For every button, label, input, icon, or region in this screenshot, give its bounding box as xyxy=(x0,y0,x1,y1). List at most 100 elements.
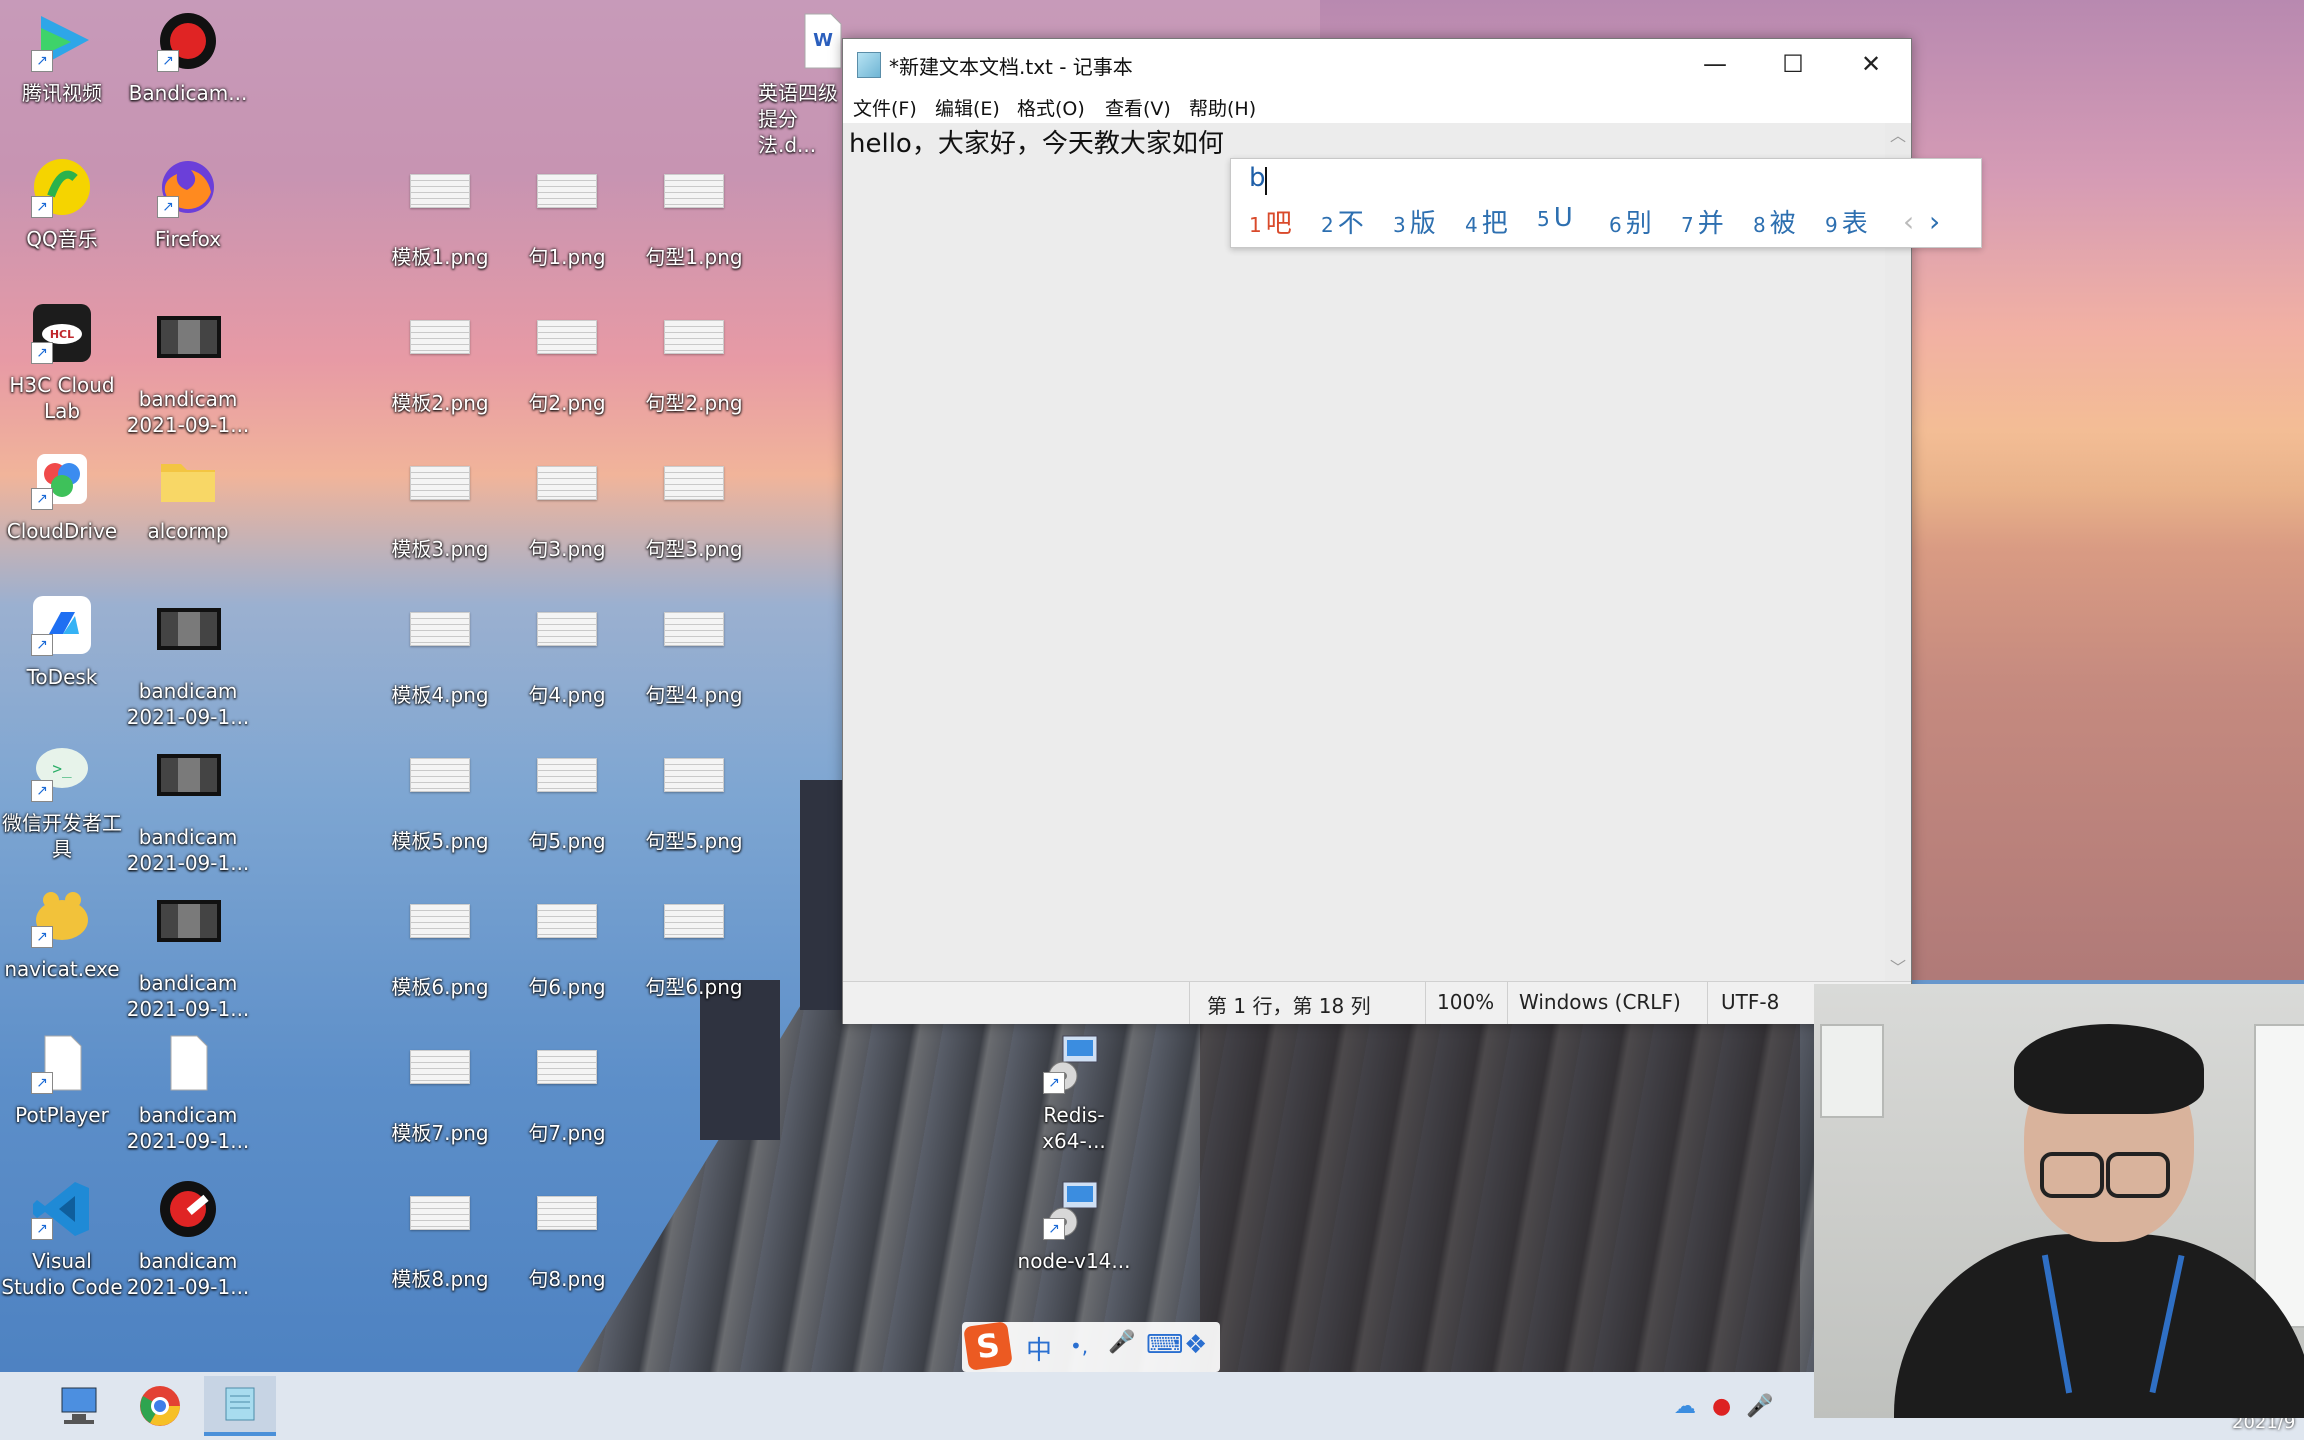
svg-text:HCL: HCL xyxy=(50,328,74,341)
webcam-glasses xyxy=(2040,1152,2104,1198)
menu-file[interactable]: 文件(F) xyxy=(853,94,917,121)
keyboard-icon[interactable]: ⌨ xyxy=(1146,1330,1184,1360)
desktop-icon-navicat[interactable]: ↗ navicat.exe xyxy=(0,886,124,982)
desktop-file-png[interactable]: 模板6.png xyxy=(378,890,502,1000)
desktop-icon-bandicam-video-2[interactable]: bandicam 2021-09-1... xyxy=(126,594,250,730)
desktop-icon-wechat-devtools[interactable]: >_ ↗ 微信开发者工具 xyxy=(0,740,124,862)
scroll-down-icon[interactable]: ﹀ xyxy=(1885,955,1911,981)
desktop-icon-clouddrive[interactable]: ↗ CloudDrive xyxy=(0,448,124,544)
desktop-icon-todesk[interactable]: ↗ ToDesk xyxy=(0,594,124,690)
desktop-file-png[interactable]: 句型4.png xyxy=(632,598,756,708)
image-file-icon xyxy=(536,612,598,674)
image-file-icon xyxy=(663,320,725,382)
menu-view[interactable]: 查看(V) xyxy=(1105,94,1171,121)
scroll-up-icon[interactable]: ︿ xyxy=(1885,123,1911,149)
desktop-icon-alcormp[interactable]: alcormp xyxy=(126,448,250,544)
maximize-button[interactable]: ☐ xyxy=(1755,39,1831,89)
desktop-file-png[interactable]: 句型3.png xyxy=(632,452,756,562)
menu-help[interactable]: 帮助(H) xyxy=(1189,94,1256,121)
ime-candidate-window[interactable]: b 1吧 2不 3版 4把 5U 6别 7并 8被 9表 ‹ › xyxy=(1230,158,1982,248)
desktop-file-png[interactable]: 模板5.png xyxy=(378,744,502,854)
ime-mode-toggle[interactable]: 中 xyxy=(1026,1330,1052,1367)
desktop-file-png[interactable]: 句型1.png xyxy=(632,160,756,270)
ime-candidate[interactable]: 9表 xyxy=(1825,203,1868,240)
menu-edit[interactable]: 编辑(E) xyxy=(935,94,1000,121)
ime-candidate[interactable]: 5U xyxy=(1537,203,1573,233)
desktop-icon-bandicam-video-1[interactable]: bandicam 2021-09-1... xyxy=(126,302,250,438)
ime-candidate[interactable]: 6别 xyxy=(1609,203,1652,240)
image-file-icon xyxy=(536,1050,598,1112)
punctuation-toggle[interactable]: •, xyxy=(1070,1334,1088,1358)
desktop-file-png[interactable]: 句4.png xyxy=(505,598,629,708)
desktop-file-png[interactable]: 模板8.png xyxy=(378,1182,502,1292)
desktop-file-png[interactable]: 句8.png xyxy=(505,1182,629,1292)
microphone-tray-icon[interactable]: 🎤 xyxy=(1746,1394,1773,1419)
todesk-icon: ↗ xyxy=(31,594,93,656)
video-file-icon xyxy=(157,900,221,962)
vertical-scrollbar[interactable]: ︿ ﹀ xyxy=(1885,123,1911,981)
desktop-file-png[interactable]: 句6.png xyxy=(505,890,629,1000)
ime-candidate[interactable]: 3版 xyxy=(1393,203,1436,240)
taskbar-this-pc[interactable] xyxy=(42,1376,114,1436)
onedrive-icon[interactable]: ☁ xyxy=(1674,1394,1696,1419)
close-button[interactable]: ✕ xyxy=(1833,39,1909,89)
desktop-icon-node[interactable]: ↗ node-v14... xyxy=(1012,1178,1136,1274)
desktop-file-label: 句型4.png xyxy=(645,683,743,707)
desktop-file-png[interactable]: 句3.png xyxy=(505,452,629,562)
desktop-icon-h3c-cloud-lab[interactable]: HCL ↗ H3C Cloud Lab xyxy=(0,302,124,424)
desktop-icon-redis[interactable]: ↗ Redis-x64-... xyxy=(1012,1032,1136,1154)
desktop-icon-potplayer[interactable]: ↗ PotPlayer xyxy=(0,1032,124,1128)
desktop-file-png[interactable]: 模板2.png xyxy=(378,306,502,416)
desktop-icon-label: bandicam 2021-09-1... xyxy=(126,825,250,875)
ime-candidate[interactable]: 7并 xyxy=(1681,203,1724,240)
ime-candidate[interactable]: 2不 xyxy=(1321,203,1364,240)
minimize-button[interactable]: — xyxy=(1677,39,1753,89)
desktop-file-png[interactable]: 模板7.png xyxy=(378,1036,502,1146)
shortcut-arrow-icon: ↗ xyxy=(31,342,53,364)
ime-prev-page-icon[interactable]: ‹ xyxy=(1903,205,1914,238)
window-title: *新建文本文档.txt - 记事本 xyxy=(889,55,1133,79)
desktop-file-png[interactable]: 句7.png xyxy=(505,1036,629,1146)
desktop-file-label: 句型5.png xyxy=(645,829,743,853)
desktop-file-png[interactable]: 句1.png xyxy=(505,160,629,270)
record-icon[interactable]: ● xyxy=(1712,1394,1731,1419)
sogou-logo-icon[interactable]: S xyxy=(963,1321,1013,1371)
desktop-icon-tencent-video[interactable]: ↗ 腾讯视频 xyxy=(0,10,124,106)
svg-text:W: W xyxy=(813,30,833,51)
desktop-file-png[interactable]: 句型5.png xyxy=(632,744,756,854)
desktop-icon-bandicam-video-4[interactable]: bandicam 2021-09-1... xyxy=(126,886,250,1022)
desktop-icon-label: 英语四级提分法.d... xyxy=(758,81,838,157)
text-editor[interactable]: hello，大家好，今天教大家如何 xyxy=(843,123,1885,981)
desktop-icon-vscode[interactable]: ↗ Visual Studio Code xyxy=(0,1178,124,1300)
desktop-file-png[interactable]: 句2.png xyxy=(505,306,629,416)
taskbar-chrome[interactable] xyxy=(124,1376,196,1436)
image-file-icon xyxy=(536,320,598,382)
ime-input-text: b xyxy=(1249,163,1266,193)
desktop-file-png[interactable]: 模板3.png xyxy=(378,452,502,562)
desktop-file-png[interactable]: 句5.png xyxy=(505,744,629,854)
desktop-file-png[interactable]: 模板1.png xyxy=(378,160,502,270)
desktop-icon-bandicam-video-3[interactable]: bandicam 2021-09-1... xyxy=(126,740,250,876)
desktop-icon-bandicam-settings[interactable]: bandicam 2021-09-1... xyxy=(126,1178,250,1300)
shortcut-arrow-icon: ↗ xyxy=(31,926,53,948)
ime-candidate[interactable]: 8被 xyxy=(1753,203,1796,240)
bandicam-icon: ↗ xyxy=(157,10,219,72)
navicat-icon: ↗ xyxy=(31,886,93,948)
desktop-icon-bandicam-file[interactable]: bandicam 2021-09-1... xyxy=(126,1032,250,1154)
menu-format[interactable]: 格式(O) xyxy=(1017,94,1085,121)
toolbox-grid-icon[interactable]: ❖ xyxy=(1184,1330,1207,1360)
desktop-file-png[interactable]: 句型2.png xyxy=(632,306,756,416)
desktop-file-png[interactable]: 句型6.png xyxy=(632,890,756,1000)
desktop-icon-qq-music[interactable]: ↗ QQ音乐 xyxy=(0,156,124,252)
desktop-file-png[interactable]: 模板4.png xyxy=(378,598,502,708)
ime-candidate[interactable]: 4把 xyxy=(1465,203,1508,240)
ime-next-page-icon[interactable]: › xyxy=(1929,205,1940,238)
notepad-titlebar[interactable]: *新建文本文档.txt - 记事本 — ☐ ✕ xyxy=(843,39,1911,89)
vscode-icon: ↗ xyxy=(31,1178,93,1240)
microphone-icon[interactable]: 🎤 xyxy=(1108,1330,1135,1355)
desktop-icon-bandicam[interactable]: ↗ Bandicam... xyxy=(126,10,250,106)
taskbar-notepad[interactable] xyxy=(204,1376,276,1436)
ime-toolbar[interactable]: S 中 •, 🎤 ⌨ ❖ xyxy=(962,1321,1220,1372)
ime-candidate[interactable]: 1吧 xyxy=(1249,203,1292,240)
desktop-icon-firefox[interactable]: ↗ Firefox xyxy=(126,156,250,252)
